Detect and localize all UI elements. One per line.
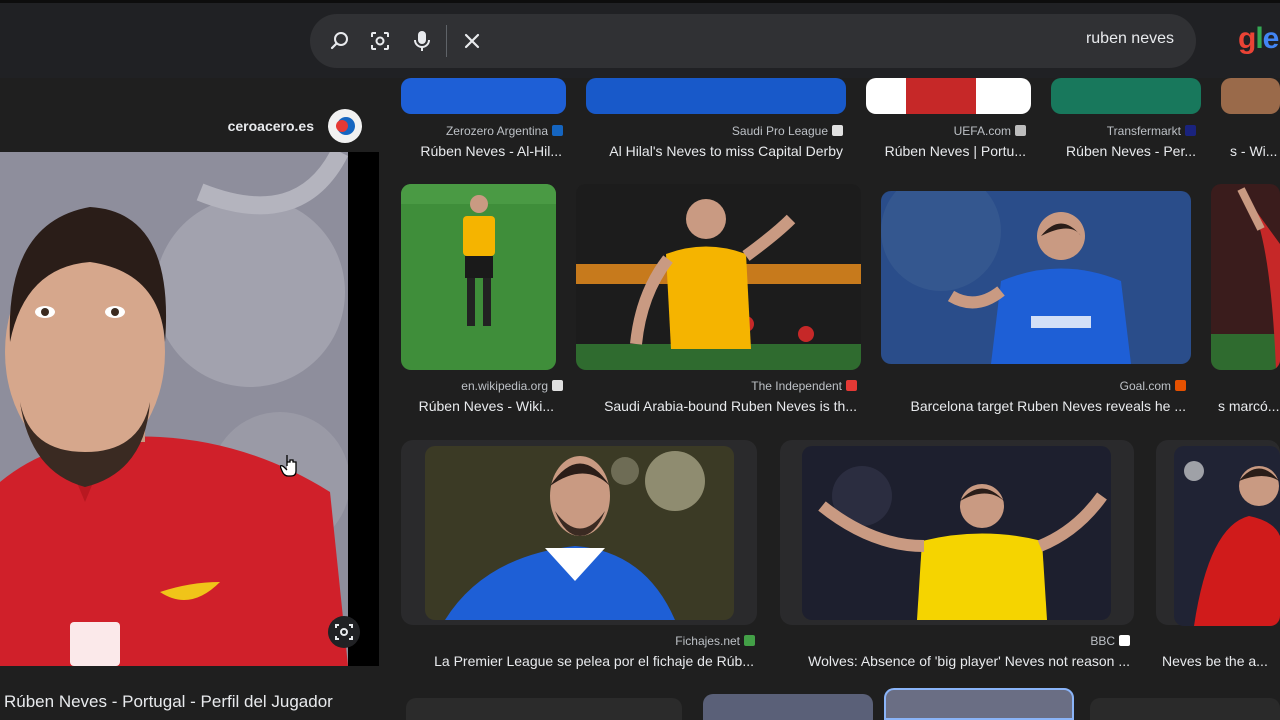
search-icon[interactable] bbox=[328, 29, 352, 53]
result-thumb[interactable] bbox=[866, 78, 1031, 114]
result-caption[interactable]: Neves be the a... bbox=[1162, 653, 1268, 669]
result-source[interactable]: UEFA.com bbox=[954, 124, 1026, 138]
result-source[interactable]: The Independent bbox=[751, 379, 857, 393]
result-source[interactable]: Zerozero Argentina bbox=[446, 124, 563, 138]
result-caption[interactable]: s - Wi... bbox=[1230, 143, 1277, 159]
favicon-icon bbox=[744, 635, 755, 646]
result-thumb[interactable] bbox=[703, 694, 873, 720]
preview-title[interactable]: Rúben Neves - Portugal - Perfil del Juga… bbox=[4, 692, 333, 712]
result-thumb[interactable] bbox=[576, 184, 861, 370]
result-thumb[interactable] bbox=[425, 446, 734, 620]
result-thumb[interactable] bbox=[1221, 78, 1280, 114]
favicon-icon bbox=[552, 380, 563, 391]
result-thumb[interactable] bbox=[401, 78, 566, 114]
result-thumb[interactable] bbox=[1090, 698, 1280, 720]
result-source[interactable]: en.wikipedia.org bbox=[461, 379, 563, 393]
result-caption[interactable]: Wolves: Absence of 'big player' Neves no… bbox=[808, 653, 1130, 669]
search-bar[interactable]: ruben neves bbox=[310, 14, 1196, 68]
visual-search-icon[interactable] bbox=[328, 616, 360, 648]
result-source[interactable]: BBC bbox=[1090, 634, 1130, 648]
search-divider bbox=[446, 25, 447, 57]
search-input[interactable]: ruben neves bbox=[1086, 30, 1174, 48]
result-source[interactable]: Saudi Pro League bbox=[732, 124, 843, 138]
result-thumb-selected[interactable] bbox=[884, 688, 1074, 720]
favicon-icon bbox=[1185, 125, 1196, 136]
clear-icon[interactable] bbox=[460, 29, 484, 53]
result-thumb[interactable] bbox=[1051, 78, 1201, 114]
lens-search-icon[interactable] bbox=[368, 29, 392, 53]
result-thumb[interactable] bbox=[881, 191, 1191, 364]
result-caption[interactable]: La Premier League se pelea por el fichaj… bbox=[434, 653, 754, 669]
favicon-icon bbox=[1119, 635, 1130, 646]
result-thumb[interactable] bbox=[586, 78, 846, 114]
result-thumb[interactable] bbox=[406, 698, 682, 720]
favicon-icon bbox=[1175, 380, 1186, 391]
favicon-icon bbox=[846, 380, 857, 391]
result-thumb[interactable] bbox=[802, 446, 1111, 620]
window-edge bbox=[0, 0, 1280, 3]
preview-image[interactable] bbox=[0, 152, 348, 666]
site-favicon-icon[interactable] bbox=[328, 109, 362, 143]
favicon-icon bbox=[552, 125, 563, 136]
preview-side-strip bbox=[348, 152, 379, 666]
result-source[interactable]: Fichajes.net bbox=[675, 634, 755, 648]
result-source[interactable]: Goal.com bbox=[1120, 379, 1186, 393]
microphone-icon[interactable] bbox=[410, 29, 434, 53]
favicon-icon bbox=[1015, 125, 1026, 136]
result-thumb[interactable] bbox=[1174, 446, 1280, 626]
result-caption[interactable]: Rúben Neves - Wiki... bbox=[419, 398, 554, 414]
result-thumb[interactable] bbox=[401, 184, 556, 370]
hand-cursor-icon bbox=[279, 452, 300, 483]
result-caption[interactable]: Rúben Neves - Per... bbox=[1066, 143, 1196, 159]
google-logo[interactable]: gle bbox=[1238, 22, 1279, 56]
result-caption[interactable]: s marcó... bbox=[1218, 398, 1279, 414]
result-caption[interactable]: Saudi Arabia-bound Ruben Neves is th... bbox=[604, 398, 857, 414]
preview-site-name[interactable]: ceroacero.es bbox=[228, 118, 314, 134]
result-source[interactable]: Transfermarkt bbox=[1107, 124, 1196, 138]
result-caption[interactable]: Rúben Neves - Al-Hil... bbox=[420, 143, 562, 159]
result-caption[interactable]: Rúben Neves | Portu... bbox=[885, 143, 1026, 159]
result-thumb[interactable] bbox=[1211, 184, 1280, 370]
favicon-icon bbox=[832, 125, 843, 136]
result-caption[interactable]: Al Hilal's Neves to miss Capital Derby bbox=[609, 143, 843, 159]
result-caption[interactable]: Barcelona target Ruben Neves reveals he … bbox=[911, 398, 1187, 414]
